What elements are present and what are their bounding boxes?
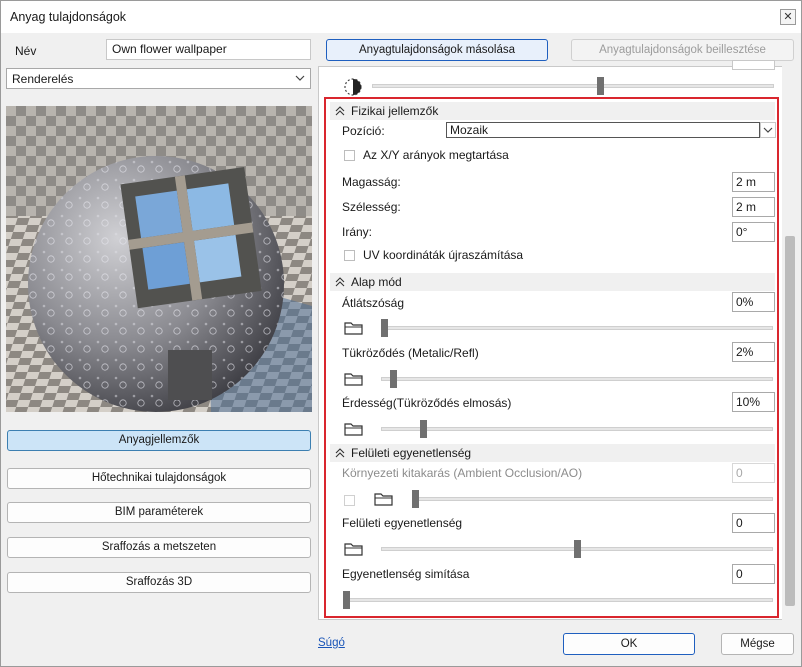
tab-thermal-properties[interactable]: Hőtechnikai tulajdonságok [7,468,311,489]
scrollbar-thumb[interactable] [785,236,795,606]
tab-section-hatch[interactable]: Sraffozás a metszeten [7,537,311,558]
ok-button[interactable]: OK [563,633,695,655]
close-button[interactable]: ✕ [780,9,796,25]
title-bar: Anyag tulajdonságok ✕ [1,1,801,33]
mode-select-value: Renderelés [12,72,74,86]
name-input[interactable]: Own flower wallpaper [106,39,311,60]
mode-select[interactable]: Renderelés [6,68,311,89]
name-label: Név [15,44,37,58]
panel-scrollbar[interactable] [782,66,798,620]
tab-bim-parameters[interactable]: BIM paraméterek [7,502,311,523]
material-preview [6,106,312,412]
light-icon [344,78,362,96]
light-slider-handle[interactable] [597,77,604,95]
paste-properties-button[interactable]: Anyagtulajdonságok beillesztése [571,39,794,61]
chevron-down-icon [295,75,305,81]
copy-properties-button[interactable]: Anyagtulajdonságok másolása [326,39,548,61]
highlight-frame [324,97,779,618]
cancel-button[interactable]: Mégse [721,633,794,655]
light-slider-track[interactable] [372,84,774,88]
help-link[interactable]: Súgó [318,637,345,649]
window-title: Anyag tulajdonságok [10,10,127,24]
tab-material-properties[interactable]: Anyagjellemzők [7,430,311,451]
tab-3d-hatch[interactable]: Sraffozás 3D [7,572,311,593]
scrolled-field[interactable] [732,60,775,70]
